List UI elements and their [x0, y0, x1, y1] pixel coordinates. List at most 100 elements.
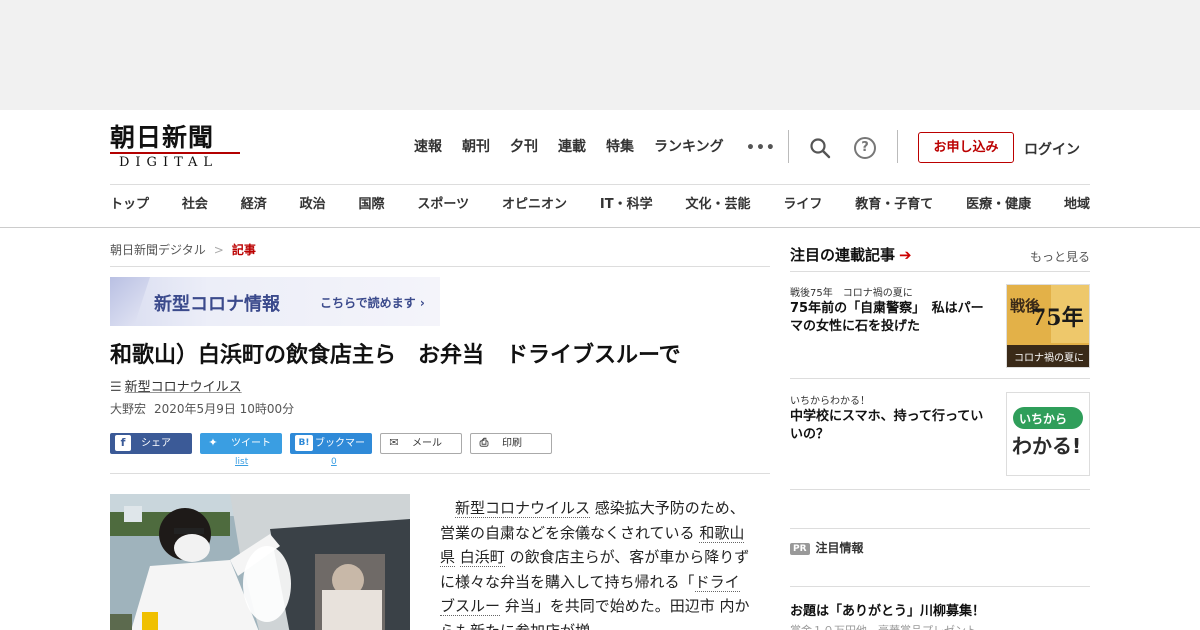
photo-drawing [110, 494, 410, 630]
campaign-title[interactable]: お題は「ありがとう」川柳募集！ [790, 600, 985, 619]
subscribe-button[interactable]: お申し込み [918, 132, 1014, 163]
mail-icon: ✉ [389, 436, 399, 449]
divider [790, 489, 1090, 490]
cat-life[interactable]: ライフ [783, 196, 822, 214]
logo-text: 朝日新聞 [110, 123, 215, 152]
hatena-icon: B! [295, 435, 313, 451]
mail-button[interactable]: ✉ メール [380, 433, 462, 454]
topic-line: ☰ 新型コロナウイルス [110, 376, 242, 395]
thumb-top-text: いちから [1019, 412, 1067, 426]
advertisement-area [0, 0, 1200, 110]
top-nav: 速報 朝刊 夕刊 連載 特集 ランキング [414, 138, 744, 156]
byline: 大野宏 2020年5月9日 10時00分 [110, 400, 294, 417]
article-photo[interactable] [110, 494, 410, 630]
sidebar-title-text: 注目の連載記事 [790, 246, 896, 264]
pr-badge: PR [790, 543, 810, 555]
article-body: 新型コロナウイルス 感染拡大予防のため、営業の自粛などを余儀なくされている 和歌… [440, 496, 750, 630]
cat-opinion[interactable]: オピニオン [502, 196, 567, 214]
twitter-share-button[interactable]: ✦ ツイート [200, 433, 282, 454]
print-label: 印刷 [502, 438, 522, 449]
nav-tokushu[interactable]: 特集 [606, 138, 634, 156]
search-icon[interactable] [809, 137, 831, 159]
cat-international[interactable]: 国際 [359, 196, 385, 214]
facebook-icon: f [115, 435, 131, 451]
mail-label: メール [412, 438, 442, 449]
campaign-subtitle[interactable]: 賞金１０万円他 豪華賞品プレゼント [790, 622, 977, 630]
series-tag[interactable]: 戦後75年 コロナ禍の夏に [790, 284, 913, 299]
divider [110, 266, 770, 267]
site-header: 朝日新聞 DIGITAL 速報 朝刊 夕刊 連載 特集 ランキング ••• ? … [0, 110, 1200, 228]
nav-rensai[interactable]: 連載 [558, 138, 586, 156]
series-thumbnail-art: 戦後 75年 コロナ禍の夏に [1007, 285, 1089, 367]
keyword-link[interactable]: 新型コロナウイルス [455, 499, 591, 518]
breadcrumb-current: 記事 [231, 243, 256, 257]
hatena-bookmark-button[interactable]: B! ブックマーク [290, 433, 372, 470]
pr-label: 注目情報 [815, 541, 864, 555]
nav-sokuho[interactable]: 速報 [414, 138, 442, 156]
arrow-right-icon: ➔ [899, 246, 912, 264]
banner-title: 新型コロナ情報 [154, 294, 280, 315]
logo-subtext: DIGITAL [119, 155, 219, 170]
article-headline: 和歌山）白浜町の飲食店主ら お弁当 ドライブスルーで [110, 343, 681, 368]
login-link[interactable]: ログイン [1024, 139, 1080, 159]
cat-education[interactable]: 教育・子育て [855, 196, 933, 214]
sidebar-more-link[interactable]: もっと見る [1030, 248, 1090, 265]
breadcrumb-home[interactable]: 朝日新聞デジタル [110, 243, 206, 257]
nav-ranking[interactable]: ランキング [654, 138, 724, 156]
hatena-count[interactable]: 0 [331, 457, 337, 467]
series-thumbnail-art: いちから わかる! [1007, 393, 1089, 475]
cat-health[interactable]: 医療・健康 [966, 196, 1031, 214]
publish-date: 2020年5月9日 10時00分 [154, 402, 295, 416]
cat-it-science[interactable]: IT・科学 [600, 196, 653, 214]
more-menu-icon[interactable]: ••• [746, 140, 776, 156]
thumb-number-text: 75年 [1031, 305, 1084, 331]
divider [897, 130, 898, 163]
cat-region[interactable]: 地域 [1064, 196, 1090, 214]
divider [790, 528, 1090, 529]
keyword-link[interactable]: 白浜町 [459, 548, 505, 567]
category-nav: トップ 社会 経済 政治 国際 スポーツ オピニオン IT・科学 文化・芸能 ラ… [110, 196, 1090, 214]
thumb-bottom-text: わかる! [1012, 434, 1081, 458]
breadcrumb-separator: > [213, 243, 224, 257]
twitter-count[interactable]: list [235, 457, 248, 467]
breadcrumb: 朝日新聞デジタル > 記事 [110, 241, 256, 258]
header-divider [110, 184, 1090, 185]
nav-choukan[interactable]: 朝刊 [462, 138, 490, 156]
thumb-caption-text: コロナ禍の夏に [1014, 351, 1084, 364]
twitter-share-label: ツイート [231, 438, 271, 449]
article-paragraph: 新型コロナウイルス 感染拡大予防のため、営業の自粛などを余儀なくされている 和歌… [440, 496, 750, 630]
sidebar-title[interactable]: 注目の連載記事 ➔ [790, 244, 912, 265]
cat-economy[interactable]: 経済 [241, 196, 267, 214]
cat-society[interactable]: 社会 [182, 196, 208, 214]
cat-culture[interactable]: 文化・芸能 [685, 196, 750, 214]
nav-yuukan[interactable]: 夕刊 [510, 138, 538, 156]
series-thumbnail[interactable]: 戦後 75年 コロナ禍の夏に [1006, 284, 1090, 368]
print-button[interactable]: ⎙ 印刷 [470, 433, 552, 454]
topic-link[interactable]: 新型コロナウイルス [125, 380, 242, 395]
author-name: 大野宏 [110, 402, 147, 416]
pr-section-title: PR 注目情報 [790, 539, 864, 556]
facebook-share-button[interactable]: f シェア [110, 433, 192, 454]
divider [790, 378, 1090, 379]
corona-info-banner[interactable]: 新型コロナ情報 こちらで読めます › [110, 277, 440, 326]
facebook-share-label: シェア [141, 438, 171, 449]
series-thumbnail[interactable]: いちから わかる! [1006, 392, 1090, 476]
twitter-icon: ✦ [208, 436, 218, 449]
list-icon: ☰ [110, 380, 122, 395]
help-icon[interactable]: ? [854, 137, 876, 159]
cat-politics[interactable]: 政治 [300, 196, 326, 214]
banner-link: こちらで読めます › [320, 296, 425, 310]
divider [790, 271, 1090, 272]
site-logo[interactable]: 朝日新聞 DIGITAL [110, 124, 242, 170]
cat-top[interactable]: トップ [110, 196, 149, 214]
divider [788, 130, 789, 163]
series-tag[interactable]: いちからわかる！ [790, 392, 870, 407]
logo-rule [110, 152, 240, 154]
series-title[interactable]: 中学校にスマホ、持って行っていいの？ [790, 408, 995, 444]
cat-sports[interactable]: スポーツ [417, 196, 469, 214]
banner-decoration [110, 277, 150, 326]
divider [110, 473, 770, 474]
series-title[interactable]: 75年前の「自粛警察」 私はパーマの女性に石を投げた [790, 300, 995, 336]
divider [790, 586, 1090, 587]
print-icon: ⎙ [479, 436, 489, 449]
